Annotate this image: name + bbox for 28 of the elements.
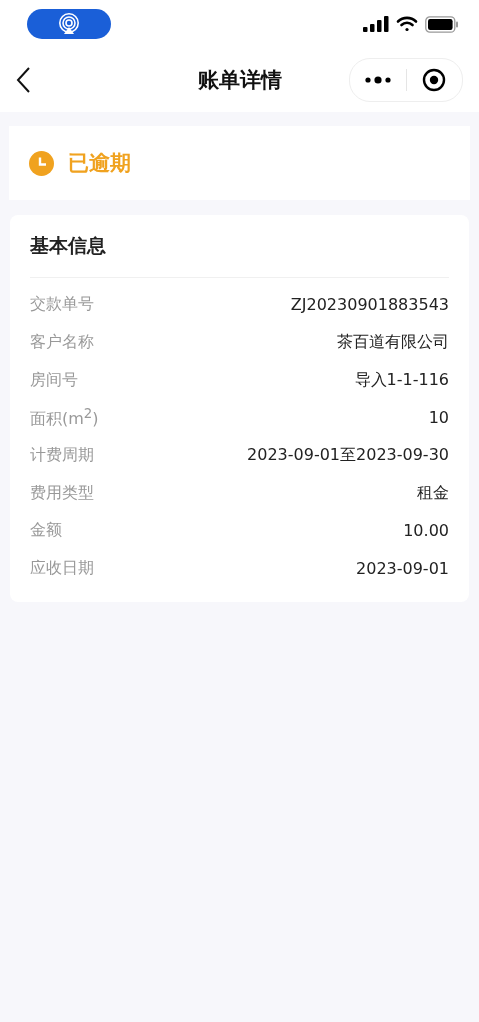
field-label: 面积(m$^{2}$) <box>30 405 99 431</box>
more-icon <box>364 76 391 84</box>
field-value: 租金 <box>417 482 449 504</box>
back-icon <box>16 67 32 93</box>
wifi-icon <box>396 16 418 32</box>
field-label: 房间号 <box>30 369 78 391</box>
field-value: ZJ20230901883543 <box>290 295 449 315</box>
field-value: 2023-09-01至2023-09-30 <box>247 445 449 467</box>
battery-icon <box>425 15 459 33</box>
field-label: 应收日期 <box>30 558 94 580</box>
page-title: 账单详情 <box>197 67 282 94</box>
status-label: 已逾期 <box>68 150 131 177</box>
field-value: 10.00 <box>403 521 449 541</box>
field-value: 2023-09-01 <box>356 559 449 579</box>
hotspot-icon <box>58 13 80 35</box>
field-label: 金额 <box>30 520 62 542</box>
field-label: 计费周期 <box>30 445 94 467</box>
field-value: 导入1-1-116 <box>354 369 449 391</box>
field-label: 客户名称 <box>30 332 94 354</box>
field-label: 交款单号 <box>30 294 94 316</box>
hotspot-pill[interactable] <box>27 9 111 39</box>
field-label: 费用类型 <box>30 482 94 504</box>
card-title: 基本信息 <box>30 215 449 278</box>
signal-icon <box>363 16 389 32</box>
field-value: 茶百道有限公司 <box>337 332 449 354</box>
field-value: 10 <box>428 408 449 428</box>
back-button[interactable] <box>16 67 32 93</box>
target-icon <box>422 68 447 92</box>
